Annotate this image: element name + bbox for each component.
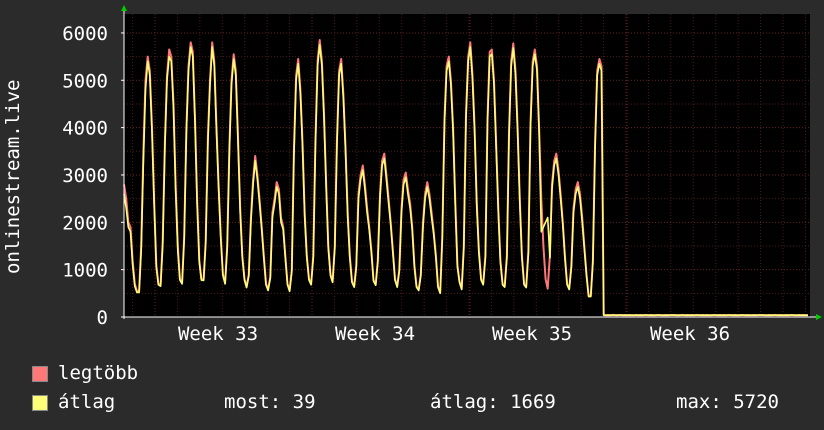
stat-now: most: 39 — [224, 391, 316, 413]
stat-average: átlag: 1669 — [430, 391, 556, 413]
x-tick-label: Week 36 — [650, 323, 730, 345]
y-tick-label: 2000 — [62, 212, 108, 234]
x-tick-label: Week 34 — [335, 323, 415, 345]
y-tick-label: 4000 — [62, 118, 108, 140]
legend-label-max: legtöbb — [58, 362, 139, 384]
x-tick-labels: Week 33 Week 34 Week 35 Week 36 — [178, 323, 730, 345]
y-tick-label: 1000 — [62, 260, 108, 282]
y-tick-label: 5000 — [62, 70, 108, 92]
y-tick-label: 6000 — [62, 23, 108, 45]
legend-label-avg: átlag — [58, 391, 116, 413]
legend-swatch-avg — [32, 395, 48, 411]
x-axis-arrow — [816, 314, 822, 320]
x-tick-label: Week 35 — [492, 323, 572, 345]
y-axis-label: onlinestream.live — [2, 80, 24, 274]
x-tick-label: Week 33 — [178, 323, 258, 345]
plot-area — [124, 14, 810, 317]
legend-swatch-max — [32, 366, 48, 382]
y-tick-label: 3000 — [62, 165, 108, 187]
y-axis-arrow — [121, 5, 127, 11]
y-tick-labels: 0 1000 2000 3000 4000 5000 6000 — [62, 23, 124, 329]
stat-max: max: 5720 — [676, 391, 779, 413]
y-tick-label: 0 — [97, 307, 108, 329]
